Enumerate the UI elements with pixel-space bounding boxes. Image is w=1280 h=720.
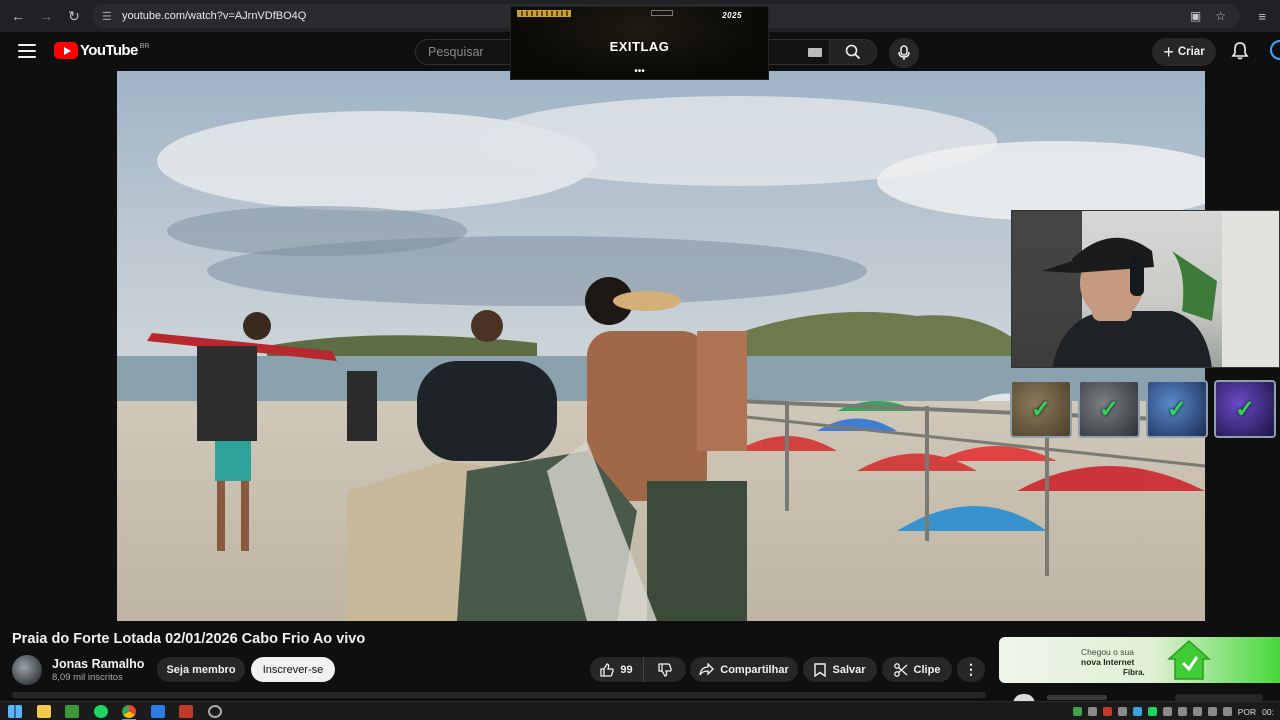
bell-icon[interactable] [1230,41,1250,61]
search-placeholder: Pesquisar [428,45,484,59]
like-icon [600,662,615,677]
clip-button[interactable]: Clipe [882,657,952,682]
mic-icon [898,45,910,60]
video-title: Praia do Forte Lotada 02/01/2026 Cabo Fr… [12,631,366,647]
keyboard-icon[interactable] [808,48,822,57]
channel-name[interactable]: Jonas Ramalho [52,657,144,671]
reload-icon[interactable]: ↻ [60,0,88,32]
overlay-badge: 2025 [722,11,742,20]
tray-icon[interactable] [1087,707,1097,716]
more-actions-button[interactable]: ⋮ [957,657,985,682]
forward-arrow-icon[interactable]: → [32,0,60,32]
account-avatar[interactable] [1270,40,1280,60]
achievement-badge: ✓ [1214,380,1276,438]
save-label: Salvar [832,663,866,676]
like-button[interactable]: 99 [590,657,644,682]
ad-line-2: nova Internet [1081,657,1135,667]
youtube-logo-icon [54,42,78,59]
logo-text: YouTube [80,42,138,59]
save-icon [814,662,827,677]
extensions-menu-icon[interactable]: ≡ [1258,0,1266,32]
clock[interactable]: 00: [1262,707,1274,717]
overlay-dots: ••• [634,66,645,77]
join-button[interactable]: Seja membro [157,657,245,682]
achievement-badge: ✓ [1010,380,1072,438]
site-settings-icon[interactable]: ☰ [102,10,116,23]
check-icon: ✓ [1030,395,1052,423]
exitlag-logo: EXITLAG [609,39,670,54]
ad-line-1: Chegou o sua [1081,647,1134,657]
dislike-icon [658,662,672,677]
app-icon[interactable] [179,705,193,718]
country-code: BR [139,43,150,50]
chrome-icon[interactable] [122,705,136,718]
address-bar-actions: ▣ ☆ [1190,0,1226,32]
bookmark-star-icon[interactable]: ☆ [1215,9,1226,23]
back-arrow-icon[interactable]: ← [4,0,32,32]
share-button[interactable]: Compartilhar [690,657,798,682]
comment-text-placeholder [1047,695,1107,700]
tray-icon[interactable] [1132,707,1142,716]
achievement-row: ✓ ✓ ✓ ✓ [1010,380,1280,438]
input-language[interactable]: POR [1238,707,1256,717]
webcam-frame [1012,211,1279,367]
tray-icon[interactable] [1072,707,1082,716]
app-icon[interactable] [151,705,165,718]
system-tray: POR 00: [1072,702,1274,720]
streamer-webcam [1011,210,1280,368]
create-button[interactable]: + Criar [1152,38,1216,66]
achievement-badge: ✓ [1146,380,1208,438]
tray-icon[interactable] [1162,707,1172,716]
settings-icon[interactable] [208,705,222,718]
ad-banner[interactable]: Chegou o sua nova Internet Fibra. [999,637,1280,683]
create-label: Criar [1177,46,1205,58]
plus-icon: + [1163,42,1174,62]
check-icon: ✓ [1234,395,1256,423]
channel-avatar[interactable] [12,655,42,685]
more-icon: ⋮ [964,661,978,677]
subscriber-count: 8,09 mil inscritos [52,672,123,683]
hamburger-icon[interactable] [18,44,36,58]
achievement-badge: ✓ [1078,380,1140,438]
overlay-divider [651,10,673,16]
share-icon [699,663,715,676]
xbox-icon[interactable] [65,705,79,718]
clip-label: Clipe [913,663,941,676]
like-dislike-group: 99 [590,657,686,682]
save-button[interactable]: Salvar [803,657,877,682]
youtube-logo[interactable]: YouTube BR [54,42,149,59]
clip-icon [893,662,907,677]
subscribe-button[interactable]: Inscrever-se [251,657,335,682]
volume-tray-icon[interactable] [1222,707,1232,716]
tray-icon[interactable] [1102,707,1112,716]
spotify-icon[interactable] [94,705,108,718]
share-label: Compartilhar [720,663,789,676]
battery-tray-icon[interactable] [1192,707,1202,716]
tray-icon[interactable] [1117,707,1127,716]
ad-line-3: Fibra. [1123,668,1145,677]
network-tray-icon[interactable] [1207,707,1217,716]
microphone-tray-icon[interactable] [1177,707,1187,716]
check-icon: ✓ [1098,395,1120,423]
overlay-progress-bar [517,10,571,17]
voice-search-button[interactable] [889,38,919,68]
house-icon [1167,639,1211,680]
description-box-edge [12,692,986,698]
like-count: 99 [620,663,633,676]
exitlag-overlay: 2025 EXITLAG ••• [510,6,769,80]
tray-icon[interactable] [1147,707,1157,716]
search-button[interactable] [829,39,877,65]
windows-start-icon[interactable] [8,705,22,718]
screen: ← → ↻ ☰ youtube.com/watch?v=AJrnVDfBO4Q … [0,0,1280,720]
dislike-button[interactable] [644,657,686,682]
file-explorer-icon[interactable] [37,705,51,718]
search-icon [845,44,861,60]
install-app-icon[interactable]: ▣ [1190,9,1201,23]
windows-taskbar: POR 00: [0,701,1280,720]
check-icon: ✓ [1166,395,1188,423]
